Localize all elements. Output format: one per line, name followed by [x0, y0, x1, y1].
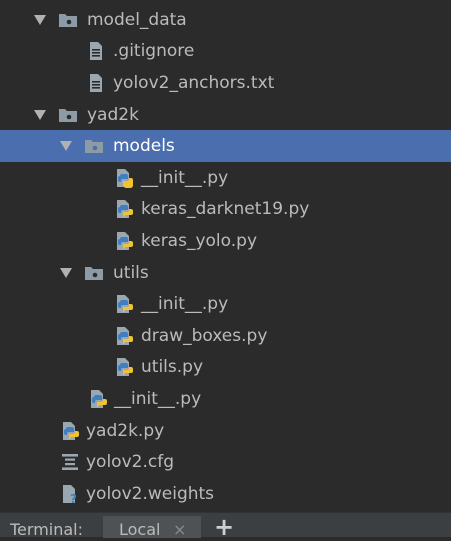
tree-item-gitignore[interactable]: .gitignore: [0, 36, 451, 68]
tree-item-label: yad2k: [87, 104, 139, 125]
chevron-down-icon[interactable]: [59, 266, 73, 280]
svg-text:?: ?: [70, 492, 77, 504]
tree-item-label: yad2k.py: [86, 420, 165, 441]
tree-item-draw-boxes[interactable]: draw_boxes.py: [0, 320, 451, 352]
tree-item-yolov2-weights[interactable]: ? yolov2.weights: [0, 478, 451, 510]
tree-item-label: utils.py: [141, 357, 203, 378]
tree-item-models[interactable]: models: [0, 130, 451, 162]
tree-item-label: keras_darknet19.py: [141, 199, 310, 220]
folder-icon: [84, 136, 104, 156]
tree-item-models-init[interactable]: __init__.py: [0, 162, 451, 194]
terminal-title: Terminal:: [10, 520, 84, 539]
tree-item-label: .gitignore: [113, 41, 195, 62]
python-file-icon: [114, 326, 134, 346]
folder-icon: [58, 10, 78, 30]
project-tree[interactable]: model_data .gitignore yolov2_anchors.txt…: [0, 4, 451, 512]
tree-item-yolov2-cfg[interactable]: yolov2.cfg: [0, 446, 451, 478]
add-tab-button[interactable]: +: [214, 514, 234, 540]
tree-item-yad2k[interactable]: yad2k: [0, 99, 451, 131]
terminal-toolbar: Terminal: Local × +: [0, 512, 451, 540]
chevron-down-icon[interactable]: [59, 139, 73, 153]
tree-item-keras-yolo[interactable]: keras_yolo.py: [0, 225, 451, 257]
config-file-icon: [60, 452, 80, 472]
python-file-icon: [114, 357, 134, 377]
tree-item-label: yolov2_anchors.txt: [113, 72, 275, 93]
tree-item-label: __init__.py: [114, 388, 202, 409]
tree-item-utils-init[interactable]: __init__.py: [0, 288, 451, 320]
folder-icon: [58, 105, 78, 125]
tree-item-label: model_data: [87, 9, 187, 30]
tree-item-utils-folder[interactable]: utils: [0, 257, 451, 289]
chevron-down-icon[interactable]: [33, 108, 47, 122]
tree-item-label: draw_boxes.py: [141, 325, 268, 346]
tree-item-yad2k-py[interactable]: yad2k.py: [0, 415, 451, 447]
terminal-tab-label: Local: [119, 520, 161, 539]
python-file-icon: [114, 168, 134, 188]
folder-icon: [84, 263, 104, 283]
tree-item-yad2k-init[interactable]: __init__.py: [0, 383, 451, 415]
python-file-icon: [60, 421, 80, 441]
tree-item-label: yolov2.weights: [86, 483, 215, 504]
close-icon[interactable]: ×: [173, 520, 186, 540]
tree-item-label: __init__.py: [141, 294, 229, 315]
python-file-icon: [114, 199, 134, 219]
text-file-icon: [86, 73, 106, 93]
tree-item-label: __init__.py: [141, 167, 229, 188]
tree-item-label: utils: [113, 262, 149, 283]
text-file-icon: [86, 41, 106, 61]
tree-item-model-data[interactable]: model_data: [0, 4, 451, 36]
terminal-tab-local[interactable]: Local ×: [103, 516, 201, 540]
python-file-icon: [114, 294, 134, 314]
tree-item-label: keras_yolo.py: [141, 230, 258, 251]
unknown-file-icon: ?: [60, 484, 80, 504]
tree-item-utils-py[interactable]: utils.py: [0, 352, 451, 384]
tree-item-label: yolov2.cfg: [86, 452, 174, 473]
tree-item-yolov2-anchors[interactable]: yolov2_anchors.txt: [0, 67, 451, 99]
tree-item-keras-darknet19[interactable]: keras_darknet19.py: [0, 194, 451, 226]
python-file-icon: [114, 231, 134, 251]
chevron-down-icon[interactable]: [33, 13, 47, 27]
tree-item-label: models: [113, 136, 175, 157]
python-file-icon: [88, 389, 108, 409]
